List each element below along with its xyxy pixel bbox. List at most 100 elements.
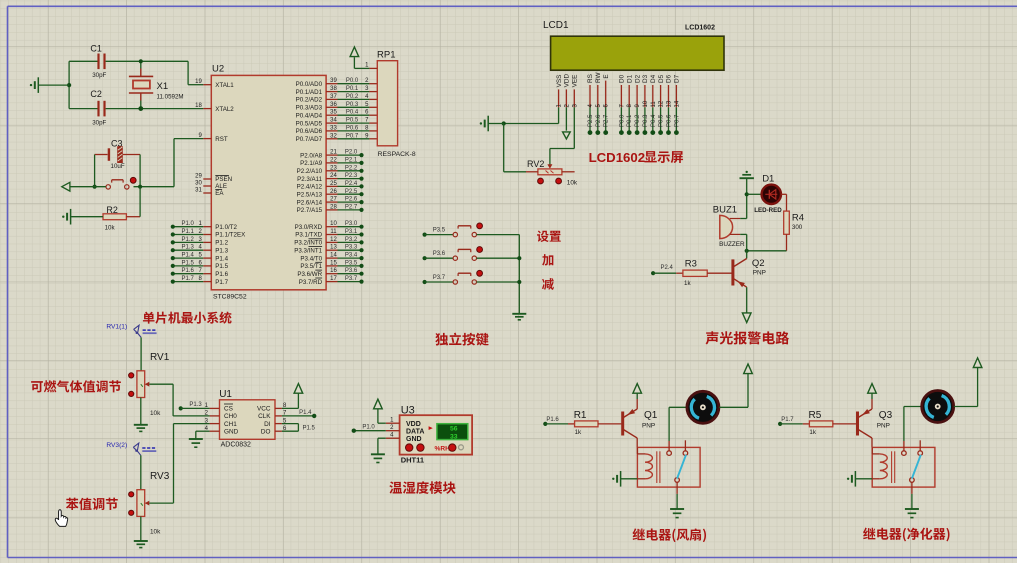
svg-text:D3: D3	[642, 74, 649, 83]
svg-text:12: 12	[659, 100, 665, 107]
svg-text:P1.3: P1.3	[215, 247, 228, 254]
svg-text:CH1: CH1	[224, 421, 237, 428]
svg-text:P3.3: P3.3	[345, 245, 358, 251]
svg-text:P2.4: P2.4	[345, 181, 358, 187]
svg-text:P0.7: P0.7	[674, 114, 680, 127]
svg-text:P3.4: P3.4	[345, 253, 358, 259]
svg-text:VSS: VSS	[556, 75, 563, 88]
svg-text:P3.5/T1: P3.5/T1	[300, 263, 322, 270]
svg-text:EA: EA	[215, 190, 224, 197]
svg-text:Q3: Q3	[879, 410, 893, 421]
svg-text:LCD1602: LCD1602	[685, 25, 715, 32]
svg-text:U1: U1	[219, 389, 232, 400]
svg-text:LCD1602: LCD1602	[589, 150, 645, 165]
svg-text:P3.6: P3.6	[345, 268, 358, 274]
svg-text:P2.6/A14: P2.6/A14	[297, 199, 323, 206]
svg-text:32: 32	[330, 133, 337, 139]
svg-text:P1.1/T2EX: P1.1/T2EX	[215, 232, 245, 239]
svg-text:D6: D6	[666, 74, 673, 83]
svg-text:11.0592M: 11.0592M	[157, 94, 184, 101]
svg-text:P1.1: P1.1	[182, 229, 195, 235]
svg-text:P0.7: P0.7	[346, 133, 359, 139]
svg-text:BUZZER: BUZZER	[719, 241, 745, 248]
svg-text:P0.6: P0.6	[667, 114, 673, 127]
svg-text:P2.7/A15: P2.7/A15	[297, 207, 323, 214]
svg-text:VEE: VEE	[572, 75, 579, 88]
svg-text:STC89C52: STC89C52	[213, 294, 247, 301]
svg-text:P0.3: P0.3	[643, 114, 649, 127]
svg-text:10: 10	[330, 221, 337, 227]
svg-text:P1.5: P1.5	[303, 425, 316, 431]
svg-text:LCD1: LCD1	[543, 20, 569, 31]
svg-text:P1.7: P1.7	[781, 417, 794, 423]
svg-text:25: 25	[330, 181, 337, 187]
svg-text:P2.7: P2.7	[345, 204, 358, 210]
svg-text:P3.3/INT1: P3.3/INT1	[294, 247, 322, 254]
svg-text:P1.5: P1.5	[215, 263, 228, 270]
svg-text:GND: GND	[224, 428, 239, 435]
svg-text:10k: 10k	[150, 410, 161, 417]
svg-text:1k: 1k	[809, 429, 816, 436]
svg-text:11: 11	[330, 229, 337, 235]
svg-text:P0.5: P0.5	[659, 114, 665, 127]
svg-text:P0.0: P0.0	[346, 78, 359, 84]
svg-text:P1.6: P1.6	[546, 417, 559, 423]
svg-text:38: 38	[330, 86, 337, 92]
svg-text:D2: D2	[634, 74, 641, 83]
svg-text:33: 33	[450, 433, 458, 440]
svg-text:R1: R1	[574, 410, 587, 421]
svg-text:P0.6: P0.6	[346, 125, 359, 131]
svg-text:P1.5: P1.5	[182, 260, 195, 266]
svg-text:P0.7/AD7: P0.7/AD7	[296, 136, 323, 143]
svg-text:P0.1/AD1: P0.1/AD1	[296, 89, 323, 96]
svg-text:30: 30	[195, 181, 202, 187]
svg-text:14: 14	[330, 253, 337, 259]
svg-text:34: 34	[330, 118, 337, 124]
svg-text:RV2: RV2	[527, 159, 544, 169]
svg-text:RV1: RV1	[150, 352, 170, 363]
svg-text:P1.0: P1.0	[182, 221, 195, 227]
svg-text:P1.0/T2: P1.0/T2	[215, 224, 237, 231]
svg-text:VDD: VDD	[564, 74, 571, 88]
svg-text:P3.0: P3.0	[345, 221, 358, 227]
svg-text:P0.6/AD6: P0.6/AD6	[296, 128, 323, 135]
svg-text:P0.4: P0.4	[346, 110, 359, 116]
svg-text:P3.7: P3.7	[433, 275, 446, 281]
svg-text:%RH: %RH	[435, 446, 451, 453]
svg-text:BUZ1: BUZ1	[713, 205, 737, 216]
svg-text:P0.4/AD4: P0.4/AD4	[296, 112, 323, 119]
svg-text:PSEN: PSEN	[215, 176, 232, 183]
svg-text:P0.2: P0.2	[346, 94, 359, 100]
svg-text:13: 13	[667, 100, 673, 107]
svg-text:P2.6: P2.6	[596, 114, 602, 127]
svg-text:P3.2: P3.2	[345, 237, 358, 243]
svg-text:10uF: 10uF	[111, 163, 125, 170]
svg-text:Q2: Q2	[752, 258, 765, 269]
svg-text:X1: X1	[157, 81, 169, 92]
svg-text:37: 37	[330, 94, 337, 100]
svg-text:P2.6: P2.6	[345, 197, 358, 203]
svg-text:P1.2: P1.2	[182, 237, 195, 243]
svg-text:22: 22	[330, 157, 337, 163]
svg-text:P3.1: P3.1	[345, 229, 358, 235]
svg-text:23: 23	[330, 165, 337, 171]
svg-text:RV3(2): RV3(2)	[106, 442, 127, 449]
svg-text:P3.6: P3.6	[433, 251, 446, 257]
svg-text:1k: 1k	[575, 429, 582, 436]
svg-text:P2.3/A11: P2.3/A11	[297, 176, 323, 183]
svg-text:P2.2/A10: P2.2/A10	[297, 168, 323, 175]
svg-text:GND: GND	[406, 436, 422, 443]
svg-text:P1.2: P1.2	[215, 240, 228, 247]
svg-text:11: 11	[651, 101, 657, 108]
svg-text:E: E	[603, 74, 610, 78]
svg-text:P0.3: P0.3	[346, 102, 359, 108]
svg-text:30pF: 30pF	[92, 119, 106, 126]
svg-text:C1: C1	[90, 44, 102, 54]
svg-text:LED-RED: LED-RED	[754, 207, 782, 214]
svg-text:24: 24	[330, 173, 337, 179]
svg-text:P1.4: P1.4	[299, 410, 312, 416]
svg-text:P3.6/WR: P3.6/WR	[297, 271, 322, 278]
svg-text:P1.4: P1.4	[215, 255, 228, 262]
svg-text:RESPACK-8: RESPACK-8	[378, 151, 416, 158]
svg-text:28: 28	[330, 204, 337, 210]
